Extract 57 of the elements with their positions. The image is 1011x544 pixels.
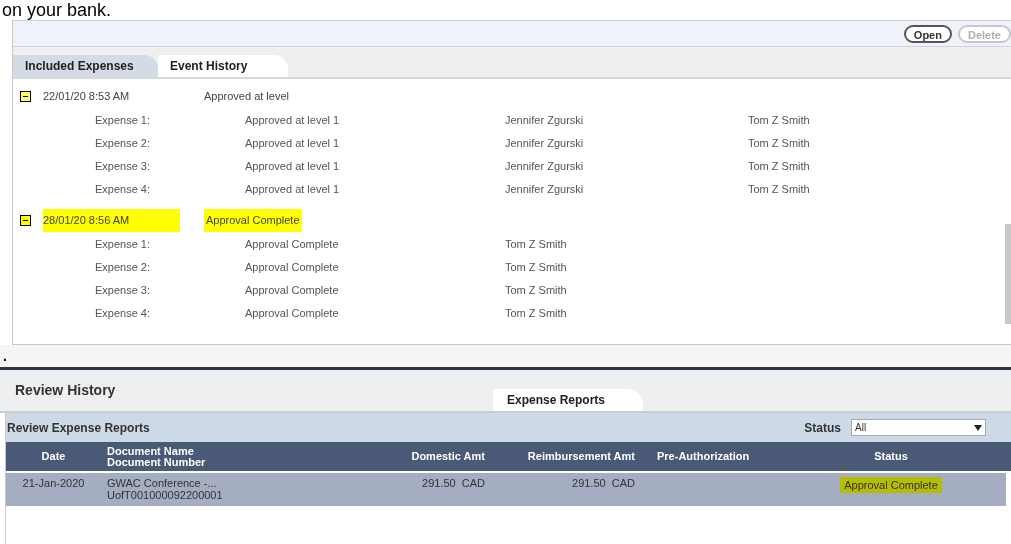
approver-name: Jennifer Zgurski xyxy=(505,136,585,152)
expense-status: Approval Complete xyxy=(245,283,340,299)
collapse-toggle[interactable] xyxy=(20,91,31,102)
stray-mark: . xyxy=(3,349,7,363)
approver-name: Tom Z Smith xyxy=(505,260,568,276)
expense-label: Expense 2: xyxy=(95,136,152,152)
event-time: 28/01/20 8:56 AM xyxy=(43,209,180,232)
toolbar-button[interactable]: Open xyxy=(903,24,952,43)
expense-status: Approved at level 1 xyxy=(245,113,341,129)
event-title: Approval Complete xyxy=(204,209,302,232)
approver-name: Tom Z Smith xyxy=(505,237,568,253)
submitter-name: Tom Z Smith xyxy=(748,182,810,198)
tab[interactable]: Event History xyxy=(158,55,288,77)
filter-label: Status xyxy=(804,419,841,437)
expense-status: Approved at level 1 xyxy=(245,136,341,152)
expense-status: Approval Complete xyxy=(245,306,340,322)
event-title: Approved at level xyxy=(204,89,289,105)
approver-name: Jennifer Zgurski xyxy=(505,182,585,198)
expense-label: Expense 4: xyxy=(95,182,152,198)
approver-name: Tom Z Smith xyxy=(505,306,568,322)
submitter-name: Tom Z Smith xyxy=(748,159,810,175)
expense-label: Expense 2: xyxy=(95,260,152,276)
table-cell-text: 291.50 CAD xyxy=(571,477,636,489)
expense-status: Approval Complete xyxy=(245,237,340,253)
dropdown-arrow-icon xyxy=(974,424,982,431)
submitter-name: Tom Z Smith xyxy=(748,113,810,129)
page-text: on your bank. xyxy=(2,0,112,20)
status-select[interactable]: All xyxy=(851,419,986,436)
section-title: Review History xyxy=(15,381,117,400)
panel-title: Review Expense Reports xyxy=(7,419,150,437)
expense-label: Expense 1: xyxy=(95,113,152,129)
expense-label: Expense 1: xyxy=(95,237,152,253)
column-header: Pre-Authorization xyxy=(656,451,751,462)
expense-status: Approved at level 1 xyxy=(245,182,341,198)
status-text: Approval Complete xyxy=(840,477,942,493)
table-cell-text: 21-Jan-2020 xyxy=(21,477,86,489)
expense-label: Expense 3: xyxy=(95,159,152,175)
column-header: Status xyxy=(873,451,909,462)
table-cell-text: UofT001000092200001 xyxy=(107,489,224,501)
approver-name: Tom Z Smith xyxy=(505,283,568,299)
expense-label: Expense 4: xyxy=(95,306,152,322)
tab[interactable]: Included Expenses xyxy=(13,55,158,77)
column-header: Reimbursement Amt xyxy=(526,451,636,462)
tab[interactable]: Expense Reports xyxy=(493,389,643,411)
table-cell-text: GWAC Conference -... xyxy=(107,477,218,489)
submitter-name: Tom Z Smith xyxy=(748,136,810,152)
table-cell-text: 291.50 CAD xyxy=(421,477,486,489)
approver-name: Jennifer Zgurski xyxy=(505,113,585,129)
column-header: Document Name Document Number xyxy=(106,445,207,468)
column-header: Date xyxy=(40,451,67,462)
column-header: Domestic Amt xyxy=(410,451,486,462)
expense-status: Approval Complete xyxy=(245,260,340,276)
event-time: 22/01/20 8:53 AM xyxy=(43,89,131,105)
expense-label: Expense 3: xyxy=(95,283,152,299)
approver-name: Jennifer Zgurski xyxy=(505,159,585,175)
collapse-toggle[interactable] xyxy=(20,215,31,226)
expense-status: Approved at level 1 xyxy=(245,159,341,175)
